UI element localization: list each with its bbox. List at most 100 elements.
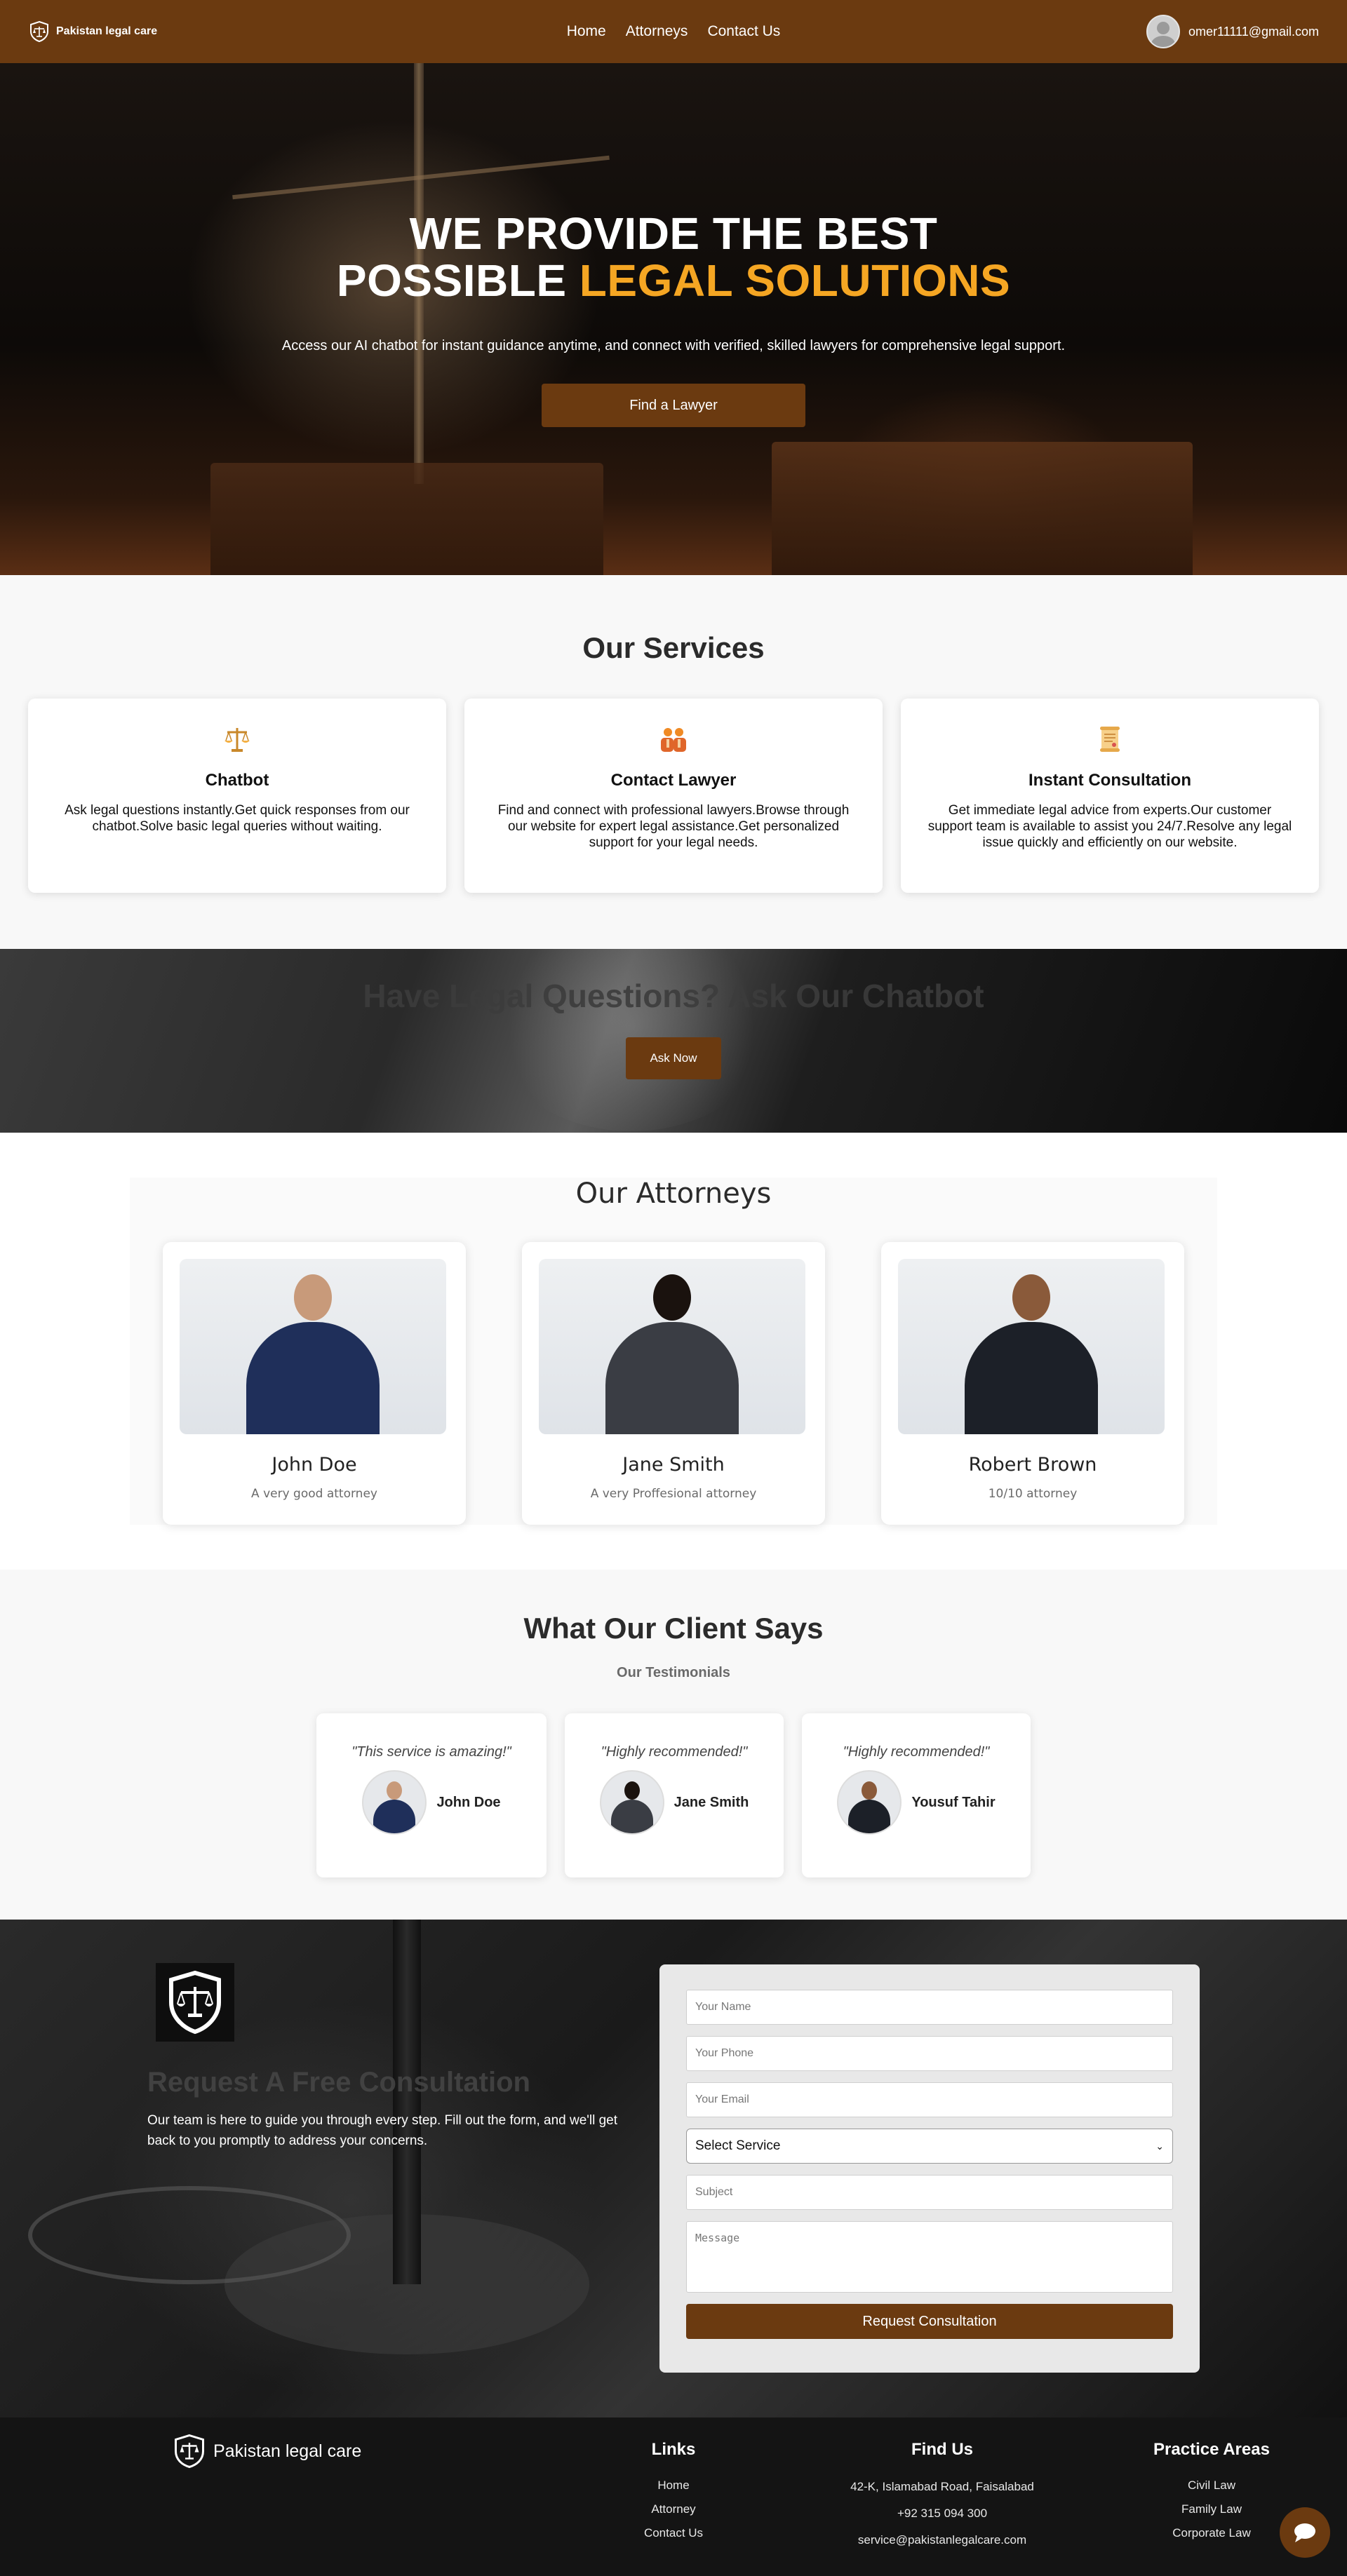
service-title: Instant Consultation bbox=[1028, 771, 1191, 790]
footer-practice-civil[interactable]: Civil Law bbox=[1137, 2474, 1287, 2497]
consultation-text: Our team is here to guide you through ev… bbox=[147, 2113, 618, 2148]
attorney-desc: A very Proffesional attorney bbox=[590, 1487, 757, 1502]
footer-find-title: Find Us bbox=[911, 2440, 973, 2460]
nav-links: Home Attorneys Contact Us bbox=[567, 23, 781, 40]
testimonials-subtitle: Our Testimonials bbox=[617, 1665, 730, 1681]
attorneys-title: Our Attorneys bbox=[575, 1178, 772, 1211]
scales-icon bbox=[224, 728, 250, 752]
attorney-card[interactable]: John Doe A very good attorney bbox=[163, 1242, 466, 1525]
footer-phone: +92 315 094 300 bbox=[897, 2507, 988, 2521]
hero-books-left-decoration bbox=[210, 463, 603, 575]
testimonial-name: John Doe bbox=[436, 1794, 501, 1810]
hero-title: WE PROVIDE THE BEST POSSIBLE LEGAL SOLUT… bbox=[0, 210, 1347, 304]
testimonial-quote: "Highly recommended!" bbox=[601, 1744, 748, 1760]
service-card-contact-lawyer[interactable]: Contact Lawyer Find and connect with pro… bbox=[464, 699, 883, 893]
testimonial-author: Jane Smith bbox=[593, 1770, 756, 1835]
testimonials-title: What Our Client Says bbox=[523, 1612, 824, 1645]
nav-attorneys-link[interactable]: Attorneys bbox=[626, 23, 688, 40]
shield-scales-icon bbox=[175, 2434, 204, 2469]
service-desc: Find and connect with professional lawye… bbox=[497, 803, 850, 850]
scale-plate-decoration bbox=[28, 2186, 351, 2285]
testimonial-author: Yousuf Tahir bbox=[830, 1770, 1003, 1835]
ask-now-button[interactable]: Ask Now bbox=[626, 1037, 721, 1080]
service-select[interactable]: Select Service ⌄ bbox=[686, 2129, 1173, 2164]
top-navbar: Pakistan legal care Home Attorneys Conta… bbox=[0, 0, 1347, 63]
footer-email[interactable]: service@pakistanlegalcare.com bbox=[828, 2527, 1057, 2554]
footer-link-home[interactable]: Home bbox=[631, 2474, 716, 2497]
testimonial-avatar bbox=[599, 1770, 664, 1835]
consultation-title: Request A Free Consultation bbox=[147, 2067, 530, 2098]
service-desc: Ask legal questions instantly.Get quick … bbox=[65, 803, 410, 834]
name-input[interactable]: Your Name bbox=[686, 1990, 1173, 2025]
testimonial-name: Yousuf Tahir bbox=[911, 1794, 996, 1810]
hero-subtitle: Access our AI chatbot for instant guidan… bbox=[281, 338, 1066, 354]
attorney-head bbox=[294, 1274, 332, 1321]
testimonial-card: "This service is amazing!" John Doe bbox=[316, 1713, 547, 1878]
footer-link-attorney[interactable]: Attorney bbox=[631, 2497, 716, 2521]
testimonial-name: Jane Smith bbox=[674, 1794, 749, 1810]
footer-link-contact[interactable]: Contact Us bbox=[631, 2521, 716, 2545]
chatbot-banner: Have Legal Questions? Ask Our Chatbot As… bbox=[0, 949, 1347, 1133]
footer-practice-corporate[interactable]: Corporate Law bbox=[1137, 2521, 1287, 2545]
consultation-intro: Request A Free Consultation Our team is … bbox=[147, 2067, 631, 2151]
brand-name: Pakistan legal care bbox=[56, 25, 158, 37]
phone-input[interactable]: Your Phone bbox=[686, 2036, 1173, 2072]
hero-title-line1: WE PROVIDE THE BEST bbox=[409, 208, 938, 259]
chat-bubble-button[interactable] bbox=[1280, 2507, 1330, 2558]
service-select-value: Select Service bbox=[695, 2138, 781, 2154]
subject-input[interactable]: Subject bbox=[686, 2175, 1173, 2211]
testimonial-card: "Highly recommended!" Jane Smith bbox=[565, 1713, 784, 1878]
footer-find-column: Find Us 42-K, Islamabad Road, Faisalabad… bbox=[828, 2440, 1057, 2554]
hero-section: WE PROVIDE THE BEST POSSIBLE LEGAL SOLUT… bbox=[0, 63, 1347, 575]
hero-title-accent: LEGAL SOLUTIONS bbox=[579, 255, 1011, 306]
attorney-desc: A very good attorney bbox=[251, 1487, 377, 1502]
service-desc: Get immediate legal advice from experts.… bbox=[927, 803, 1292, 850]
attorney-card[interactable]: Jane Smith A very Proffesional attorney bbox=[522, 1242, 825, 1525]
attorney-suit bbox=[246, 1322, 380, 1435]
services-grid: Chatbot Ask legal questions instantly.Ge… bbox=[28, 699, 1319, 893]
user-email: omer11111@gmail.com bbox=[1188, 24, 1319, 39]
scroll-icon bbox=[1100, 727, 1120, 752]
testimonial-card: "Highly recommended!" Yousuf Tahir bbox=[802, 1713, 1031, 1878]
footer-links-title: Links bbox=[651, 2440, 696, 2460]
testimonial-author: John Doe bbox=[344, 1770, 518, 1835]
attorneys-section: Our Attorneys John Doe A very good attor… bbox=[0, 1133, 1347, 1570]
hero-books-right-decoration bbox=[772, 442, 1193, 575]
footer-links-column: Links Home Attorney Contact Us bbox=[631, 2440, 716, 2545]
brand-link[interactable]: Pakistan legal care bbox=[28, 20, 157, 43]
shield-scales-icon bbox=[30, 20, 48, 43]
service-title: Chatbot bbox=[205, 771, 269, 790]
attorney-name: Jane Smith bbox=[622, 1454, 725, 1476]
testimonial-avatar bbox=[837, 1770, 902, 1835]
chevron-down-icon: ⌄ bbox=[1155, 2140, 1164, 2152]
nav-contact-link[interactable]: Contact Us bbox=[707, 23, 780, 40]
testimonial-quote: "This service is amazing!" bbox=[351, 1744, 511, 1760]
attorney-name: John Doe bbox=[272, 1454, 357, 1476]
testimonials-grid: "This service is amazing!" John Doe "Hig… bbox=[0, 1713, 1347, 1878]
testimonial-quote: "Highly recommended!" bbox=[843, 1744, 990, 1760]
service-card-instant-consultation[interactable]: Instant Consultation Get immediate legal… bbox=[901, 699, 1319, 893]
attorney-head bbox=[1012, 1274, 1050, 1321]
attorneys-container: Our Attorneys John Doe A very good attor… bbox=[130, 1178, 1217, 1525]
request-consultation-button[interactable]: Request Consultation bbox=[686, 2304, 1173, 2340]
attorney-photo bbox=[898, 1259, 1165, 1435]
footer-brand[interactable]: Pakistan legal care bbox=[173, 2433, 361, 2469]
attorney-card[interactable]: Robert Brown 10/10 attorney bbox=[881, 1242, 1184, 1525]
nav-home-link[interactable]: Home bbox=[567, 23, 606, 40]
attorney-suit bbox=[965, 1322, 1098, 1435]
message-textarea[interactable]: Message bbox=[686, 2221, 1173, 2293]
service-card-chatbot[interactable]: Chatbot Ask legal questions instantly.Ge… bbox=[28, 699, 446, 893]
shield-scales-icon bbox=[169, 1971, 221, 2035]
user-avatar[interactable] bbox=[1146, 15, 1180, 48]
footer-practice-title: Practice Areas bbox=[1153, 2440, 1270, 2460]
footer-practice-family[interactable]: Family Law bbox=[1137, 2497, 1287, 2521]
people-icon bbox=[661, 728, 686, 752]
user-menu[interactable]: omer11111@gmail.com bbox=[1146, 15, 1319, 48]
email-input[interactable]: Your Email bbox=[686, 2082, 1173, 2118]
testimonial-avatar bbox=[362, 1770, 427, 1835]
testimonials-section: What Our Client Says Our Testimonials "T… bbox=[0, 1570, 1347, 1920]
attorney-name: Robert Brown bbox=[968, 1454, 1097, 1476]
find-lawyer-button[interactable]: Find a Lawyer bbox=[542, 384, 805, 428]
chat-bubble-icon bbox=[1294, 2523, 1315, 2543]
consultation-form: Your Name Your Phone Your Email Select S… bbox=[659, 1964, 1200, 2373]
